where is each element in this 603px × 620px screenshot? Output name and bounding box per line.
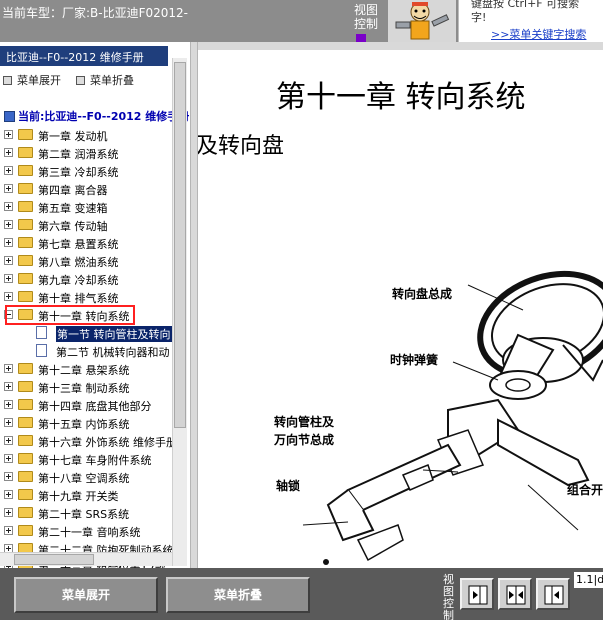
label-column-line2: 万向节总成 (274, 433, 335, 447)
folder-icon (18, 291, 33, 302)
expand-toggle-icon[interactable] (4, 454, 13, 463)
app-window: 当前车型：厂家:B-比亚迪F02012- 视图 控制 键盘按 Ctrl+F 可搜… (0, 0, 603, 620)
folder-icon (18, 165, 33, 176)
expand-toggle-icon[interactable] (4, 526, 13, 535)
vehicle-info: 当前车型：厂家:B-比亚迪F02012- (2, 6, 189, 20)
folder-icon (18, 363, 33, 374)
footer-collapse-button[interactable]: 菜单折叠 (166, 577, 310, 613)
folder-icon (18, 453, 33, 464)
label-steering-wheel: 转向盘总成 (392, 287, 453, 301)
expand-toggle-icon[interactable] (4, 166, 13, 175)
expand-toggle-icon[interactable] (4, 238, 13, 247)
expand-toggle-icon[interactable] (4, 148, 13, 157)
collapse-right-icon (544, 585, 564, 605)
folder-icon (18, 471, 33, 482)
folder-icon (18, 417, 33, 428)
label-clock-spring: 时钟弹簧 (390, 353, 439, 367)
center-split-icon (506, 585, 526, 605)
chapter-title: 第十一章 转向系统 (276, 80, 526, 115)
expand-toggle-icon[interactable] (4, 274, 13, 283)
folder-icon (18, 381, 33, 392)
sidebar-title: 比亚迪--F0--2012 维修手册 (0, 46, 168, 66)
folder-icon (18, 147, 33, 158)
expand-menu-button[interactable]: 菜单展开 (3, 72, 61, 88)
view-control-label[interactable]: 视图 控制 (354, 3, 378, 31)
folder-icon (18, 273, 33, 284)
folder-icon (18, 399, 33, 410)
expand-toggle-icon[interactable] (4, 436, 13, 445)
folder-icon (18, 255, 33, 266)
expand-toggle-icon[interactable] (4, 364, 13, 373)
ad-text-line1: 键盘按 Ctrl+F 可搜索 (471, 0, 580, 10)
expand-toggle-icon[interactable] (4, 130, 13, 139)
folder-icon (18, 435, 33, 446)
expand-toggle-icon[interactable] (4, 202, 13, 211)
mascot-icon (388, 0, 456, 42)
expand-icon (3, 76, 12, 85)
ratio-indicator: 1.1|d (574, 572, 603, 588)
bottom-bar: 菜单展开 菜单折叠 视 图 控 制 1.1|d (0, 568, 603, 620)
highlight-box (5, 305, 135, 325)
collapse-icon (76, 76, 85, 85)
expand-toggle-icon[interactable] (4, 508, 13, 517)
expand-toggle-icon[interactable] (4, 382, 13, 391)
badge-marker (356, 34, 366, 42)
expand-toggle-icon[interactable] (4, 418, 13, 427)
label-column-line1: 转向管柱及 (274, 415, 335, 429)
folder-icon (18, 489, 33, 500)
computer-icon (4, 111, 15, 122)
sidebar-vertical-scrollbar[interactable] (172, 58, 187, 566)
collapse-menu-button[interactable]: 菜单折叠 (76, 72, 134, 88)
collapse-left-icon (468, 585, 488, 605)
center-split-button[interactable] (498, 578, 532, 610)
label-lock: 轴锁 (276, 479, 301, 493)
ad-text-line2: 字! (471, 11, 487, 24)
folder-icon (18, 219, 33, 230)
collapse-left-button[interactable] (460, 578, 494, 610)
expand-toggle-icon[interactable] (4, 472, 13, 481)
expand-toggle-icon[interactable] (4, 184, 13, 193)
scrollbar-thumb[interactable] (174, 62, 186, 428)
folder-icon (18, 507, 33, 518)
footer-expand-button[interactable]: 菜单展开 (14, 577, 158, 613)
ad-banner: 键盘按 Ctrl+F 可搜索 字! >>菜单关键字搜索 (458, 0, 603, 42)
section-title: 及转向盘 (198, 134, 285, 159)
folder-icon (18, 237, 33, 248)
expand-toggle-icon[interactable] (4, 220, 13, 229)
collapse-right-button[interactable] (536, 578, 570, 610)
folder-icon (18, 129, 33, 140)
folder-icon (18, 201, 33, 212)
expand-toggle-icon[interactable] (4, 400, 13, 409)
top-bar: 当前车型：厂家:B-比亚迪F02012- 视图 控制 键盘按 Ctrl+F 可搜… (0, 0, 603, 42)
expand-toggle-icon[interactable] (4, 490, 13, 499)
current-manual[interactable]: 当前:比亚迪--F0--2012 维修手册 (4, 108, 189, 124)
folder-icon (18, 183, 33, 194)
expand-toggle-icon[interactable] (4, 292, 13, 301)
sidebar: 比亚迪--F0--2012 维修手册 菜单展开 菜单折叠 当前:比亚迪--F0-… (0, 42, 190, 568)
expand-toggle-icon[interactable] (4, 256, 13, 265)
document-icon (36, 344, 47, 357)
document-icon (36, 326, 47, 339)
folder-icon (18, 525, 33, 536)
scrollbar-thumb[interactable] (14, 554, 94, 565)
sidebar-horizontal-scrollbar[interactable] (0, 552, 172, 566)
view-control-label: 视 图 控 制 (443, 573, 454, 620)
document-view: 第十一章 转向系统 及转向盘 转向盘总成 时钟弹簧 转向管柱及 万向节总成 轴锁… (198, 42, 603, 568)
panel-splitter[interactable] (190, 42, 198, 568)
label-combo-switch: 组合开 (567, 483, 603, 497)
keyword-search-link[interactable]: >>菜单关键字搜索 (491, 26, 586, 42)
